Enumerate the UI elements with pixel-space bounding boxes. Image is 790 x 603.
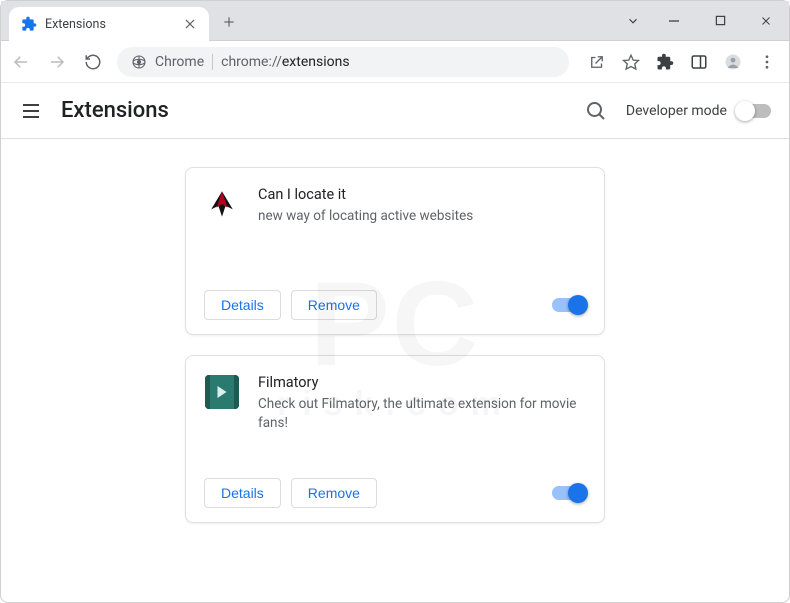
chrome-menu-button[interactable] — [751, 46, 783, 78]
extension-card-can-i-locate-it: Can I locate it new way of locating acti… — [185, 167, 605, 335]
back-button[interactable] — [5, 46, 37, 78]
puzzle-piece-icon — [21, 16, 37, 32]
url-text: chrome://extensions — [221, 54, 349, 70]
minimize-button[interactable] — [651, 1, 697, 40]
extensions-page-header: Extensions Developer mode — [1, 83, 789, 139]
extension-enable-toggle[interactable] — [552, 298, 586, 312]
bookmark-button[interactable] — [615, 46, 647, 78]
details-button[interactable]: Details — [204, 290, 281, 320]
browser-toolbar: Chrome chrome://extensions — [1, 41, 789, 83]
extension-name: Can I locate it — [258, 186, 586, 203]
reload-button[interactable] — [77, 46, 109, 78]
address-bar[interactable]: Chrome chrome://extensions — [117, 47, 569, 77]
extension-icon — [204, 374, 240, 410]
profile-button[interactable] — [717, 46, 749, 78]
tab-search-button[interactable] — [615, 1, 651, 40]
url-scheme-chip: Chrome — [155, 54, 204, 70]
close-tab-icon[interactable] — [183, 17, 197, 31]
extension-description: new way of locating active websites — [258, 207, 586, 226]
share-button[interactable] — [581, 46, 613, 78]
extensions-button[interactable] — [649, 46, 681, 78]
window-titlebar: Extensions — [1, 1, 789, 41]
search-icon[interactable] — [584, 99, 608, 123]
extension-icon — [204, 186, 240, 222]
extension-enable-toggle[interactable] — [552, 486, 586, 500]
tab-title: Extensions — [45, 17, 175, 32]
toolbar-right-icons — [577, 46, 783, 78]
site-info-icon[interactable] — [131, 54, 147, 70]
extension-card-filmatory: Filmatory Check out Filmatory, the ultim… — [185, 355, 605, 523]
new-tab-button[interactable] — [217, 10, 241, 34]
close-window-button[interactable] — [743, 1, 789, 40]
maximize-button[interactable] — [697, 1, 743, 40]
developer-mode-label: Developer mode — [626, 103, 727, 119]
tab-strip: Extensions — [1, 1, 241, 40]
window-controls — [615, 1, 789, 40]
forward-button[interactable] — [41, 46, 73, 78]
remove-button[interactable]: Remove — [291, 290, 377, 320]
extension-description: Check out Filmatory, the ultimate extens… — [258, 395, 586, 433]
side-panel-button[interactable] — [683, 46, 715, 78]
url-separator — [212, 54, 213, 70]
remove-button[interactable]: Remove — [291, 478, 377, 508]
developer-mode-toggle[interactable] — [737, 104, 771, 118]
menu-icon[interactable] — [19, 99, 43, 123]
details-button[interactable]: Details — [204, 478, 281, 508]
extension-name: Filmatory — [258, 374, 586, 391]
extensions-list: Can I locate it new way of locating acti… — [1, 139, 789, 523]
browser-tab-extensions[interactable]: Extensions — [9, 7, 209, 41]
page-title: Extensions — [61, 98, 584, 123]
